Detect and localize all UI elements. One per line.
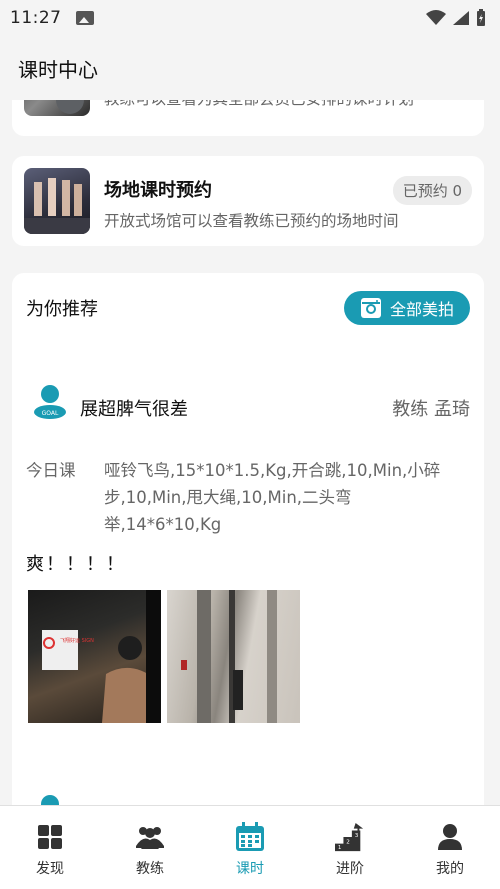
card-title: 场地课时预约 [104, 180, 212, 201]
card-description: 开放式场馆可以查看教练已预约的场地时间 [104, 212, 399, 230]
image-notification-icon [75, 11, 94, 25]
tab-me[interactable]: 我的 [400, 806, 500, 889]
user-name[interactable]: 展超脾气很差 [80, 395, 188, 421]
user-avatar[interactable]: GOAL [32, 383, 68, 419]
all-photos-label: 全部美拍 [389, 300, 454, 319]
tab-label: 教练 [136, 861, 164, 877]
svg-text:GOAL: GOAL [42, 410, 59, 417]
battery-icon [477, 9, 485, 26]
tab-coach[interactable]: 教练 [100, 806, 200, 889]
signal-icon [453, 11, 469, 25]
person-icon [435, 822, 465, 852]
stairs-icon: 123 [335, 822, 365, 852]
coach-name: 教练 孟琦 [392, 399, 470, 420]
calendar-icon [235, 822, 265, 852]
tab-advance[interactable]: 123 进阶 [300, 806, 400, 889]
today-lesson-label: 今日课 [26, 461, 76, 480]
grid-icon [35, 822, 65, 852]
post-photo[interactable] [167, 590, 300, 723]
app-bar: 课时中心 [0, 36, 500, 100]
status-icons [426, 9, 486, 27]
tab-label: 发现 [36, 861, 64, 877]
recommend-card: 为你推荐 全部美拍 GOAL 展超脾气很差 教练 孟琦 今日课 哑铃飞鸟,15*… [12, 273, 484, 805]
card-description: 教练可以查看为其全部会员已安排的课时计划 [104, 100, 414, 109]
recommend-title: 为你推荐 [26, 299, 98, 320]
venue-booking-card[interactable]: 场地课时预约 已预约 0 开放式场馆可以查看教练已预约的场地时间 [12, 156, 484, 246]
tab-lessons[interactable]: 课时 [200, 806, 300, 889]
content-scroll[interactable]: 教练可以查看为其全部会员已安排的课时计划 场地课时预约 已预约 0 开放式场馆可… [0, 100, 500, 805]
svg-text:1: 1 [338, 845, 342, 851]
status-time: 11:27 [10, 8, 62, 28]
post-text: 爽！！！！ [26, 554, 126, 575]
coach-schedule-card[interactable]: 教练可以查看为其全部会员已安排的课时计划 [12, 100, 484, 136]
group-icon [135, 822, 165, 852]
status-bar: 11:27 [0, 0, 500, 36]
page-title: 课时中心 [18, 57, 98, 82]
bottom-tab-bar: 发现 教练 课时 123 进阶 我的 [0, 805, 500, 889]
tab-discover[interactable]: 发现 [0, 806, 100, 889]
wifi-icon [426, 10, 446, 25]
tab-label: 我的 [436, 861, 464, 877]
svg-text:2: 2 [346, 840, 350, 846]
photo-sign-text: 飞翔好运 SIGN [60, 637, 94, 644]
svg-text:3: 3 [355, 833, 359, 839]
next-user-avatar [41, 795, 59, 805]
tab-label: 进阶 [336, 861, 364, 877]
booking-count-badge: 已预约 0 [392, 176, 472, 205]
tab-label: 课时 [236, 861, 264, 877]
coach-schedule-thumbnail [24, 100, 90, 116]
camera-icon [360, 298, 381, 318]
venue-booking-thumbnail [24, 168, 90, 234]
all-photos-button[interactable]: 全部美拍 [344, 291, 470, 325]
post-photo[interactable]: 飞翔好运 SIGN [28, 590, 161, 723]
today-lesson-text: 哑铃飞鸟,15*10*1.5,Kg,开合跳,10,Min,小碎步,10,Min,… [104, 461, 441, 534]
